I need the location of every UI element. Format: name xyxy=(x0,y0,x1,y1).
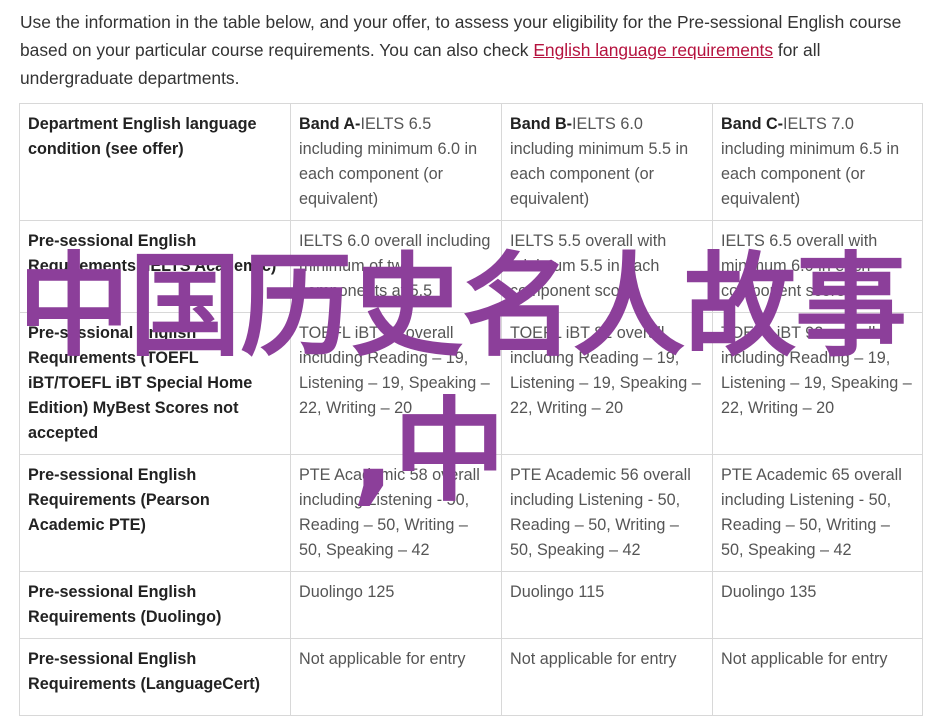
table-cell: TOEFL iBT 87 overall including Reading –… xyxy=(290,312,502,455)
table-cell: Duolingo 115 xyxy=(501,571,713,639)
row-header: Pre-sessional English Requirements (Pear… xyxy=(19,454,291,572)
table-cell: TOEFL iBT 82 overall including Reading –… xyxy=(501,312,713,455)
table-cell: PTE Academic 58 overall including Listen… xyxy=(290,454,502,572)
table-row: Pre-sessional English Requirements (Pear… xyxy=(19,454,923,572)
band-label: Band C- xyxy=(721,115,784,133)
table-cell: Band C-IELTS 7.0 including minimum 6.5 i… xyxy=(712,103,923,221)
table-cell: Duolingo 135 xyxy=(712,571,923,639)
table-row: Pre-sessional English Requirements (Duol… xyxy=(19,571,923,639)
table-cell: TOEFL iBT 92 overall including Reading –… xyxy=(712,312,923,455)
table-cell: Not applicable for entry xyxy=(501,638,713,716)
table-row: Pre-sessional English Requirements (TOEF… xyxy=(19,312,923,455)
intro-paragraph: Use the information in the table below, … xyxy=(20,8,925,92)
table-cell: Duolingo 125 xyxy=(290,571,502,639)
table-cell: Band B-IELTS 6.0 including minimum 5.5 i… xyxy=(501,103,713,221)
requirements-table: Department English language condition (s… xyxy=(19,103,923,716)
table-cell: Not applicable for entry xyxy=(290,638,502,716)
band-label: Band B- xyxy=(510,115,573,133)
band-label: Band A- xyxy=(299,115,361,133)
row-header: Department English language condition (s… xyxy=(19,103,291,221)
table-row: Department English language condition (s… xyxy=(19,103,923,221)
table-row: Pre-sessional English Requirements (Lang… xyxy=(19,638,923,716)
table-cell: Band A-IELTS 6.5 including minimum 6.0 i… xyxy=(290,103,502,221)
table-cell: PTE Academic 56 overall including Listen… xyxy=(501,454,713,572)
table-cell: Not applicable for entry xyxy=(712,638,923,716)
table-cell: IELTS 6.0 overall including minimum of t… xyxy=(290,220,502,313)
row-header: Pre-sessional English Requirements (Lang… xyxy=(19,638,291,716)
row-header: Pre-sessional English Requirements (Duol… xyxy=(19,571,291,639)
table-cell: PTE Academic 65 overall including Listen… xyxy=(712,454,923,572)
table-cell: IELTS 5.5 overall with minimum 5.5 in ea… xyxy=(501,220,713,313)
english-language-requirements-link[interactable]: English language requirements xyxy=(533,40,773,60)
row-header: Pre-sessional English Requirements (TOEF… xyxy=(19,312,291,455)
row-header: Pre-sessional English Requirements (IELT… xyxy=(19,220,291,313)
table-row: Pre-sessional English Requirements (IELT… xyxy=(19,220,923,313)
table-cell: IELTS 6.5 overall with minimum 6.0 in ea… xyxy=(712,220,923,313)
